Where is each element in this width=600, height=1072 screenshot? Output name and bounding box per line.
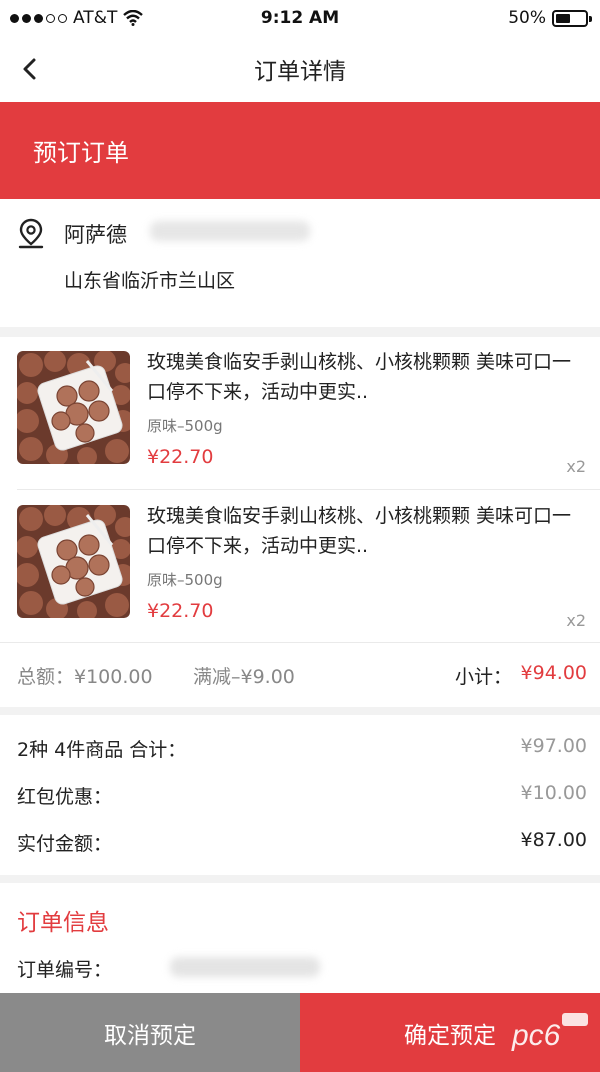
status-bar: AT&T 9:12 AM 50% [0,0,600,36]
totals-row: 总额：¥100.00 满减–¥9.00 小计： ¥94.00 [0,643,600,707]
items-count-label: 2种 4件商品 合计： [17,739,187,761]
order-number-label: 订单编号： [17,959,113,981]
paid-label: 实付金额： [17,833,113,855]
page-title: 订单详情 [254,59,346,85]
order-type-banner: 预订订单 [0,102,600,199]
product-name: 玫瑰美食临安手剥山核桃、小核桃颗颗 美味可口一口停不下来，活动中更实.. [147,505,572,557]
product-spec: 原味–500g [147,571,223,589]
total-amount: 总额：¥100.00 [17,666,153,688]
discount-amount: 满减–¥9.00 [193,666,295,688]
product-image [17,351,130,464]
product-price: ¥22.70 [147,600,214,622]
svg-text:pc6: pc6 [511,1019,561,1052]
summary-row-paid: 实付金额： ¥87.00 [0,829,600,869]
product-image [17,505,130,618]
address-line: 山东省临沂市兰山区 [64,270,236,292]
product-item[interactable]: 玫瑰美食临安手剥山核桃、小核桃颗颗 美味可口一口停不下来，活动中更实.. 原味–… [0,491,600,643]
summary-row-items: 2种 4件商品 合计： ¥97.00 [0,735,600,775]
battery-icon [552,9,592,27]
confirm-booking-button[interactable]: 确定预定 pc6 [300,993,600,1072]
product-spec: 原味–500g [147,417,223,435]
order-number-blurred [170,957,320,977]
pc6-watermark-logo: pc6 [511,1013,588,1052]
bottom-action-bar: 取消预定 确定预定 pc6 [0,993,600,1072]
divider [17,489,600,490]
cancel-booking-button[interactable]: 取消预定 [0,993,300,1072]
chevron-left-icon[interactable] [14,52,48,86]
summary-card: 2种 4件商品 合计： ¥97.00 红包优惠： ¥10.00 实付金额： ¥8… [0,715,600,875]
recipient-name: 阿萨德 [64,223,127,247]
battery-percent: 50% [508,8,546,28]
recipient-phone-blurred [150,221,310,241]
product-quantity: x2 [566,611,586,630]
subtotal-value: ¥94.00 [520,662,587,684]
redpacket-label: 红包优惠： [17,786,113,808]
order-info-card: 订单信息 订单编号： [0,883,600,993]
paid-value: ¥87.00 [520,829,587,851]
battery-fill [556,13,570,23]
confirm-booking-label: 确定预定 [404,1022,496,1049]
product-item[interactable]: 玫瑰美食临安手剥山核桃、小核桃颗颗 美味可口一口停不下来，活动中更实.. 原味–… [0,337,600,489]
product-name: 玫瑰美食临安手剥山核桃、小核桃颗颗 美味可口一口停不下来，活动中更实.. [147,351,572,403]
product-quantity: x2 [566,457,586,476]
order-info-title: 订单信息 [17,910,109,936]
status-right: 50% [508,8,592,28]
location-pin-icon [18,218,44,249]
subtotal-label: 小计： [454,666,512,688]
summary-row-redpacket: 红包优惠： ¥10.00 [0,782,600,822]
product-price: ¥22.70 [147,446,214,468]
nav-bar: 订单详情 [0,36,600,102]
items-total-value: ¥97.00 [520,735,587,757]
order-type-label: 预订订单 [33,139,129,167]
redpacket-value: ¥10.00 [520,782,587,804]
